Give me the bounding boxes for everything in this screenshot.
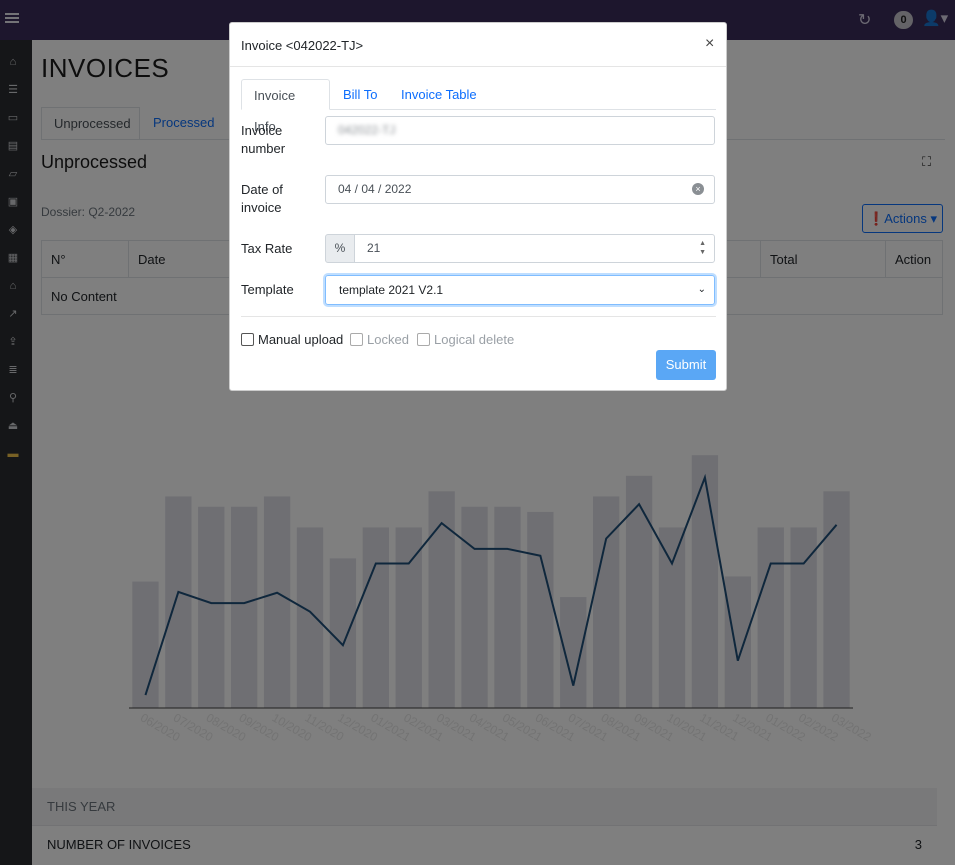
tab-invoice-info[interactable]: Invoice Info xyxy=(241,79,330,134)
invoice-number-value: 042022-TJ xyxy=(338,123,396,137)
form-divider xyxy=(241,316,716,317)
manual-upload-checkbox[interactable]: Manual upload xyxy=(241,332,343,347)
tax-rate-input[interactable]: 21 ▲ ▼ xyxy=(354,234,715,263)
tab-bill-to[interactable]: Bill To xyxy=(331,79,389,110)
invoice-modal: Invoice <042022-TJ> × Invoice Info Bill … xyxy=(229,22,727,391)
invoice-number-input[interactable]: 042022-TJ xyxy=(325,116,715,145)
tax-rate-group: % 21 ▲ ▼ xyxy=(325,234,715,263)
checkbox-box xyxy=(350,333,363,346)
modal-title: Invoice <042022-TJ> xyxy=(241,38,364,53)
tax-rate-value: 21 xyxy=(367,241,381,255)
invoice-date-value: 04 / 04 / 2022 xyxy=(338,182,412,196)
checkbox-box xyxy=(417,333,430,346)
tax-rate-label: Tax Rate xyxy=(241,241,293,256)
modal-header: Invoice <042022-TJ> × xyxy=(230,23,726,67)
template-select[interactable]: template 2021 V2.1 ⌄ xyxy=(325,275,715,305)
invoice-number-label: Invoice number xyxy=(241,123,286,156)
template-label: Template xyxy=(241,282,294,297)
modal-tabs: Invoice Info Bill To Invoice Table xyxy=(241,79,716,134)
percent-addon: % xyxy=(325,234,355,263)
close-icon[interactable]: × xyxy=(705,36,714,52)
chevron-down-icon: ⌄ xyxy=(697,284,706,295)
locked-checkbox: Locked xyxy=(350,332,409,347)
tab-invoice-table[interactable]: Invoice Table xyxy=(389,79,489,110)
template-value: template 2021 V2.1 xyxy=(339,283,444,297)
invoice-date-input[interactable]: 04 / 04 / 2022 × xyxy=(325,175,715,204)
number-spinner-icon[interactable]: ▲ ▼ xyxy=(699,239,706,257)
clear-date-icon[interactable]: × xyxy=(692,183,704,195)
logical-delete-checkbox: Logical delete xyxy=(417,332,514,347)
invoice-date-label: Date of invoice xyxy=(241,182,283,215)
checkbox-box[interactable] xyxy=(241,333,254,346)
submit-button[interactable]: Submit xyxy=(656,350,716,380)
